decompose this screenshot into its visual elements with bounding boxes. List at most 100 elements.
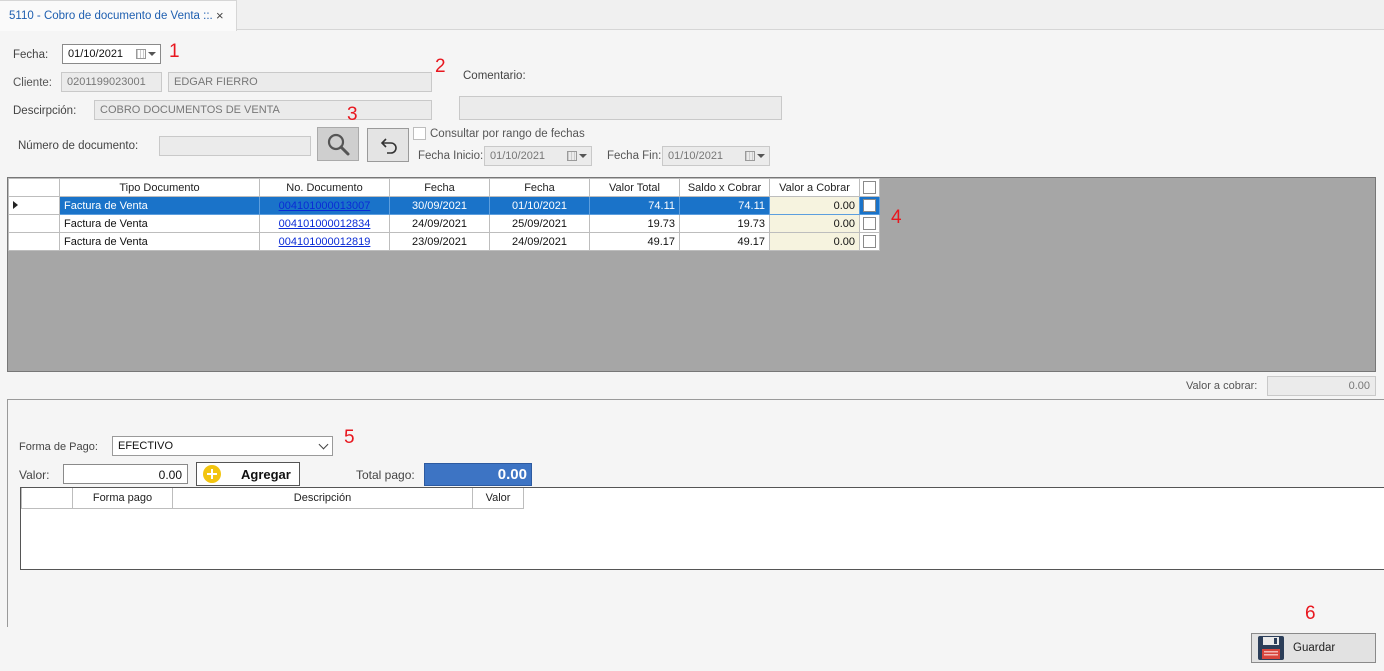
comentario-label: Comentario: xyxy=(463,70,526,82)
cell-fecha: 23/09/2021 xyxy=(389,232,490,251)
total-pago-field: 0.00 xyxy=(424,463,532,486)
col-header-descripcion[interactable]: Descripción xyxy=(172,488,473,509)
cell-select xyxy=(859,196,880,215)
forma-pago-value: EFECTIVO xyxy=(118,440,174,452)
row-select-checkbox[interactable] xyxy=(863,235,876,248)
document-link[interactable]: 004101000013007 xyxy=(279,200,371,212)
cell-fecha-2: 25/09/2021 xyxy=(489,214,590,233)
row-indicator xyxy=(8,196,60,215)
document-tab[interactable]: 5110 - Cobro de documento de Venta ::. × xyxy=(0,0,237,31)
tab-title: 5110 - Cobro de documento de Venta ::. xyxy=(9,10,213,22)
cell-numero: 004101000013007 xyxy=(259,196,390,215)
cell-valor-cobrar-input[interactable]: 0.00 xyxy=(769,214,860,233)
payments-grid[interactable]: Forma pago Descripción Valor xyxy=(20,487,1384,570)
select-all-cell xyxy=(859,178,880,197)
fecha-value: 01/10/2021 xyxy=(68,48,124,60)
marker-5: 5 xyxy=(344,427,355,448)
calendar-icon[interactable] xyxy=(136,48,156,61)
marker-2: 2 xyxy=(435,56,446,77)
cell-valor-total: 49.17 xyxy=(589,232,680,251)
cell-saldo: 19.73 xyxy=(679,214,770,233)
fecha-label: Fecha: xyxy=(13,49,49,61)
cell-valor-cobrar-input[interactable]: 0.00 xyxy=(769,232,860,251)
valor-input[interactable]: 0.00 xyxy=(63,464,188,484)
comentario-field xyxy=(459,96,782,120)
col-header-valor-total[interactable]: Valor Total xyxy=(589,178,680,197)
cell-tipo: Factura de Venta xyxy=(59,214,260,233)
col-header-forma-pago[interactable]: Forma pago xyxy=(72,488,173,509)
select-all-checkbox[interactable] xyxy=(863,181,876,194)
cell-fecha-2: 24/09/2021 xyxy=(489,232,590,251)
cell-select xyxy=(859,214,880,233)
cell-valor-total: 74.11 xyxy=(589,196,680,215)
search-button[interactable] xyxy=(317,127,359,161)
undo-icon xyxy=(380,138,397,154)
valor-label: Valor: xyxy=(19,468,50,482)
marker-4: 4 xyxy=(891,207,902,228)
col-header-saldo[interactable]: Saldo x Cobrar xyxy=(679,178,770,197)
save-label: Guardar xyxy=(1293,642,1336,654)
total-pago-label: Total pago: xyxy=(356,468,415,482)
row-select-checkbox[interactable] xyxy=(863,199,876,212)
marker-3: 3 xyxy=(347,104,358,125)
col-header-tipo[interactable]: Tipo Documento xyxy=(59,178,260,197)
add-payment-button[interactable]: Agregar xyxy=(196,462,300,486)
cliente-label: Cliente: xyxy=(13,77,52,89)
cell-fecha: 24/09/2021 xyxy=(389,214,490,233)
rango-fechas-checkbox[interactable] xyxy=(413,127,426,140)
cell-numero: 004101000012834 xyxy=(259,214,390,233)
table-row[interactable]: Factura de Venta 004101000012819 23/09/2… xyxy=(8,232,880,251)
col-header-valor-cobrar[interactable]: Valor a Cobrar xyxy=(769,178,860,197)
table-row[interactable]: Factura de Venta 004101000013007 30/09/2… xyxy=(8,196,880,215)
undo-button[interactable] xyxy=(367,128,409,162)
documents-table: Tipo Documento No. Documento Fecha Fecha… xyxy=(8,178,880,251)
numero-documento-label: Número de documento: xyxy=(18,140,139,152)
numero-documento-input[interactable] xyxy=(159,136,311,156)
forma-pago-select[interactable]: EFECTIVO xyxy=(112,436,333,456)
cell-fecha-2: 01/10/2021 xyxy=(489,196,590,215)
table-row[interactable]: Factura de Venta 004101000012834 24/09/2… xyxy=(8,214,880,233)
cell-valor-cobrar-input[interactable]: 0.00 xyxy=(769,196,860,215)
row-select-checkbox[interactable] xyxy=(863,217,876,230)
forma-pago-label: Forma de Pago: xyxy=(19,441,98,453)
col-header-fecha-2[interactable]: Fecha xyxy=(489,178,590,197)
plus-circle-icon xyxy=(203,465,221,483)
fecha-date-input[interactable]: 01/10/2021 xyxy=(62,44,161,64)
fecha-inicio-value: 01/10/2021 xyxy=(490,150,546,162)
cell-numero: 004101000012819 xyxy=(259,232,390,251)
fecha-fin-input: 01/10/2021 xyxy=(662,146,770,166)
chevron-down-icon xyxy=(318,439,329,450)
row-indicator-icon xyxy=(13,200,18,209)
col-header-fecha[interactable]: Fecha xyxy=(389,178,490,197)
documents-grid[interactable]: Tipo Documento No. Documento Fecha Fecha… xyxy=(7,177,1376,372)
cell-select xyxy=(859,232,880,251)
fecha-fin-label: Fecha Fin: xyxy=(607,150,662,162)
calendar-icon xyxy=(745,150,765,163)
cell-valor-total: 19.73 xyxy=(589,214,680,233)
document-link[interactable]: 004101000012834 xyxy=(279,218,371,230)
cell-saldo: 74.11 xyxy=(679,196,770,215)
valor-a-cobrar-field: 0.00 xyxy=(1267,376,1376,396)
row-indicator-header xyxy=(8,178,60,197)
descripcion-label: Descirpción: xyxy=(13,105,77,117)
col-header-numero[interactable]: No. Documento xyxy=(259,178,390,197)
row-indicator xyxy=(8,232,60,251)
save-disk-icon xyxy=(1258,636,1284,660)
cell-fecha: 30/09/2021 xyxy=(389,196,490,215)
search-icon xyxy=(327,133,350,156)
descripcion-field: COBRO DOCUMENTOS DE VENTA xyxy=(94,100,432,120)
close-icon[interactable]: × xyxy=(216,8,224,23)
cell-tipo: Factura de Venta xyxy=(59,196,260,215)
row-indicator-header xyxy=(21,488,73,509)
cell-saldo: 49.17 xyxy=(679,232,770,251)
valor-a-cobrar-label: Valor a cobrar: xyxy=(1186,380,1258,392)
calendar-icon xyxy=(567,150,587,163)
save-button[interactable]: Guardar xyxy=(1251,633,1376,663)
cliente-name-field: EDGAR FIERRO xyxy=(168,72,432,92)
document-link[interactable]: 004101000012819 xyxy=(279,236,371,248)
cliente-code-field: 0201199023001 xyxy=(61,72,162,92)
col-header-valor[interactable]: Valor xyxy=(472,488,524,509)
cell-tipo: Factura de Venta xyxy=(59,232,260,251)
payments-table: Forma pago Descripción Valor xyxy=(21,488,524,509)
marker-1: 1 xyxy=(169,41,180,62)
